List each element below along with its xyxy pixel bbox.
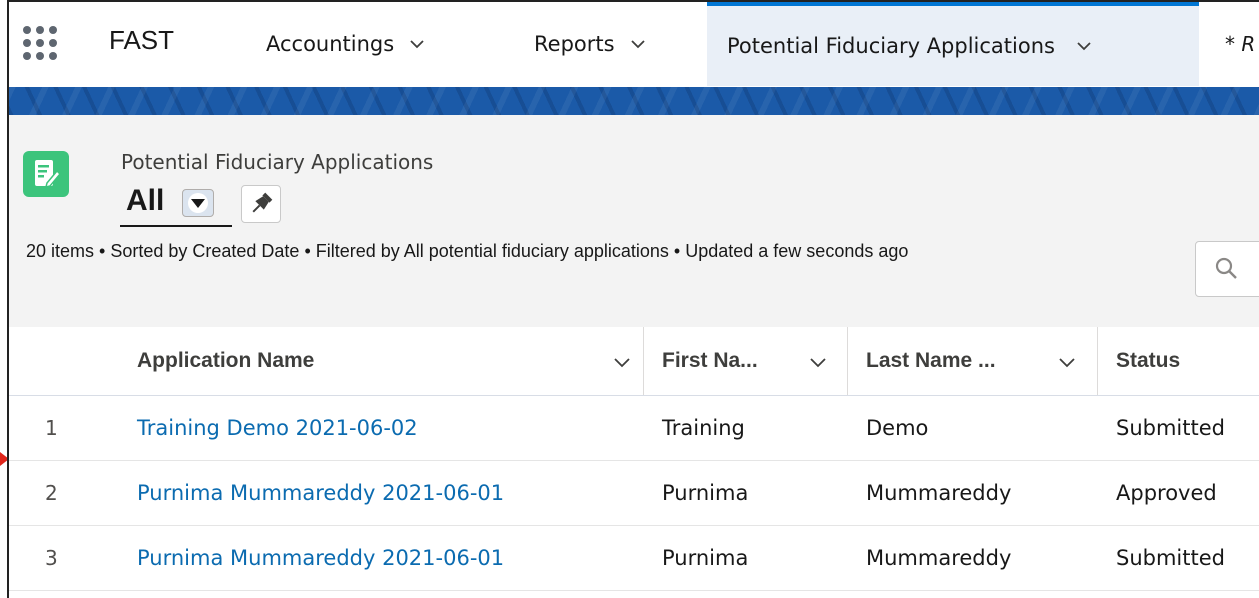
column-header-last-name[interactable]: Last Name ... <box>866 327 996 395</box>
chevron-down-icon[interactable] <box>410 37 424 51</box>
table-header-row: Application Name First Na... Last Name .… <box>9 327 1259 396</box>
nav-item-potential-fiduciary-applications[interactable]: Potential Fiduciary Applications <box>707 2 1199 86</box>
list-view-dropdown-icon[interactable] <box>182 189 214 217</box>
column-divider[interactable] <box>847 327 848 395</box>
nav-item-label: Potential Fiduciary Applications <box>727 34 1055 58</box>
column-divider[interactable] <box>643 327 644 395</box>
nav-item-reports[interactable]: Reports <box>534 2 645 86</box>
app-name: FAST <box>109 25 175 55</box>
pin-icon <box>252 192 273 213</box>
table-row: 2 Purnima Mummareddy 2021-06-01 Purnima … <box>9 461 1259 526</box>
column-header-first-name[interactable]: First Na... <box>662 327 758 395</box>
first-name-cell: Purnima <box>662 546 749 570</box>
last-name-cell: Mummareddy <box>866 481 1012 505</box>
application-name-link[interactable]: Purnima Mummareddy 2021-06-01 <box>137 546 504 570</box>
chevron-down-icon[interactable] <box>1059 355 1075 369</box>
nav-item-label: Accountings <box>266 32 395 56</box>
chevron-down-icon[interactable] <box>810 355 826 369</box>
status-cell: Submitted <box>1116 416 1225 440</box>
data-table: Application Name First Na... Last Name .… <box>9 327 1259 591</box>
app-launcher-icon[interactable] <box>23 26 57 60</box>
column-divider[interactable] <box>1097 327 1098 395</box>
chevron-down-icon[interactable] <box>614 355 630 369</box>
list-view-header: Potential Fiduciary Applications All 20 … <box>9 115 1259 328</box>
first-name-cell: Training <box>662 416 745 440</box>
app-window: FAST Accountings Reports Potential Fiduc… <box>7 0 1259 598</box>
brand-band <box>9 87 1259 115</box>
list-view-info: 20 items • Sorted by Created Date • Filt… <box>26 241 909 261</box>
object-label: Potential Fiduciary Applications <box>121 150 434 174</box>
status-cell: Submitted <box>1116 546 1225 570</box>
edit-document-icon <box>23 151 69 197</box>
column-header-application-name[interactable]: Application Name <box>137 327 314 395</box>
table-row: 1 Training Demo 2021-06-02 Training Demo… <box>9 396 1259 461</box>
row-number: 2 <box>45 481 58 505</box>
application-name-link[interactable]: Training Demo 2021-06-02 <box>137 416 418 440</box>
last-name-cell: Demo <box>866 416 929 440</box>
last-name-cell: Mummareddy <box>866 546 1012 570</box>
nav-item-accountings[interactable]: Accountings <box>266 2 424 86</box>
row-number: 1 <box>45 416 58 440</box>
nav-item-truncated[interactable]: * R <box>1225 2 1255 86</box>
nav-item-label: Reports <box>534 32 615 56</box>
search-icon <box>1215 257 1237 279</box>
row-number: 3 <box>45 546 58 570</box>
table-row: 3 Purnima Mummareddy 2021-06-01 Purnima … <box>9 526 1259 591</box>
list-view-name: All <box>126 184 165 217</box>
application-name-link[interactable]: Purnima Mummareddy 2021-06-01 <box>137 481 504 505</box>
column-header-status[interactable]: Status <box>1116 327 1180 395</box>
global-navigation: FAST Accountings Reports Potential Fiduc… <box>9 2 1259 88</box>
pin-list-view-button[interactable] <box>241 185 281 223</box>
chevron-down-icon[interactable] <box>630 37 645 51</box>
chevron-down-icon[interactable] <box>1077 39 1091 53</box>
search-input[interactable] <box>1195 241 1259 297</box>
status-cell: Approved <box>1116 481 1217 505</box>
first-name-cell: Purnima <box>662 481 749 505</box>
list-view-picker[interactable]: All <box>120 181 232 227</box>
